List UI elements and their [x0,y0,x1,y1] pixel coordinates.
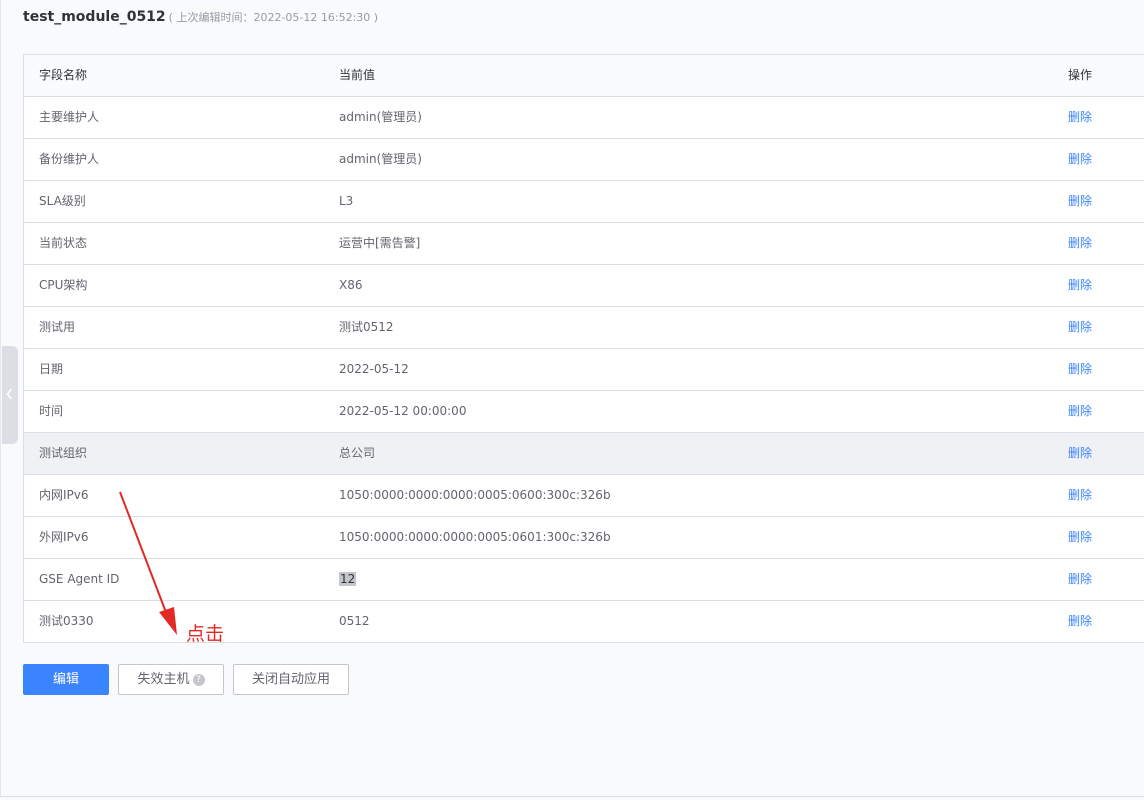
column-header-value: 当前值 [339,68,376,82]
table-row: GSE Agent ID 12 删除 [24,559,1144,601]
last-edit-time: ( 上次编辑时间：2022-05-12 16:52:30 ) [168,11,379,24]
field-value: L3 [339,194,354,208]
field-value: 12 [339,559,357,600]
delete-link[interactable]: 删除 [1068,349,1092,390]
table-row: 内网IPv6 1050:0000:0000:0000:0005:0600:300… [24,475,1144,517]
annotation-arrow-icon [119,491,177,635]
field-name: 时间 [39,404,64,418]
delete-link[interactable]: 删除 [1068,97,1092,138]
disable-host-label: 失效主机 [137,672,190,687]
disable-host-button[interactable]: 失效主机? [118,664,224,695]
table-row: CPU架构 X86 删除 [24,265,1144,307]
chevron-left-icon [6,388,13,400]
delete-link[interactable]: 删除 [1068,433,1092,474]
field-value: admin(管理员) [339,152,422,166]
field-value: 1050:0000:0000:0000:0005:0601:300c:326b [339,530,611,544]
delete-link[interactable]: 删除 [1068,601,1092,642]
selected-text: 12 [339,572,357,586]
table-row: 当前状态 运营中[需告警] 删除 [24,223,1144,265]
field-name: 日期 [39,362,64,376]
field-name: CPU架构 [39,278,88,292]
table-row: 时间 2022-05-12 00:00:00 删除 [24,391,1144,433]
field-value: 1050:0000:0000:0000:0005:0600:300c:326b [339,488,611,502]
field-value: 测试0512 [339,320,394,334]
field-value: 2022-05-12 [339,362,409,376]
delete-link[interactable]: 删除 [1068,223,1092,264]
delete-link[interactable]: 删除 [1068,559,1092,600]
table-row: 测试用 测试0512 删除 [24,307,1144,349]
field-value: 总公司 [339,446,376,460]
edit-button[interactable]: 编辑 [23,664,109,695]
table-row: SLA级别 L3 删除 [24,181,1144,223]
column-header-field: 字段名称 [39,68,88,82]
page-title: test_module_0512 [23,9,166,25]
sidebar-collapse-handle[interactable] [2,346,18,444]
table-row: 外网IPv6 1050:0000:0000:0000:0005:0601:300… [24,517,1144,559]
delete-link[interactable]: 删除 [1068,391,1092,432]
field-value: X86 [339,278,363,292]
table-header: 字段名称 当前值 操作 [24,55,1144,97]
table-row: 主要维护人 admin(管理员) 删除 [24,97,1144,139]
page-header: test_module_0512 ( 上次编辑时间：2022-05-12 16:… [23,9,378,29]
table-row: 备份维护人 admin(管理员) 删除 [24,139,1144,181]
delete-link[interactable]: 删除 [1068,181,1092,222]
field-value: 运营中[需告警] [339,236,421,250]
field-value: 2022-05-12 00:00:00 [339,404,467,418]
delete-link[interactable]: 删除 [1068,475,1092,516]
field-name: 外网IPv6 [39,530,89,544]
field-name: 主要维护人 [39,110,100,124]
delete-link[interactable]: 删除 [1068,265,1092,306]
annotation-text: 点击 [186,623,225,645]
field-value: 0512 [339,614,370,628]
table-row: 测试组织 总公司 删除 [24,433,1144,475]
field-name: GSE Agent ID [39,572,120,586]
field-name: 测试0330 [39,614,94,628]
delete-link[interactable]: 删除 [1068,307,1092,348]
disable-auto-apply-button[interactable]: 关闭自动应用 [233,664,349,695]
delete-link[interactable]: 删除 [1068,517,1092,558]
bottom-border [0,796,1144,797]
column-header-action: 操作 [1068,68,1093,82]
field-name: 测试组织 [39,446,88,460]
delete-link[interactable]: 删除 [1068,139,1092,180]
field-name: 当前状态 [39,236,88,250]
field-name: SLA级别 [39,194,86,208]
field-value: admin(管理员) [339,110,422,124]
table-row: 日期 2022-05-12 删除 [24,349,1144,391]
help-icon: ? [192,674,205,686]
attribute-table: 字段名称 当前值 操作 主要维护人 admin(管理员) 删除 备份维护人 ad… [23,54,1144,643]
field-name: 测试用 [39,320,76,334]
left-border [0,0,1,796]
field-name: 内网IPv6 [39,488,89,502]
field-name: 备份维护人 [39,152,100,166]
